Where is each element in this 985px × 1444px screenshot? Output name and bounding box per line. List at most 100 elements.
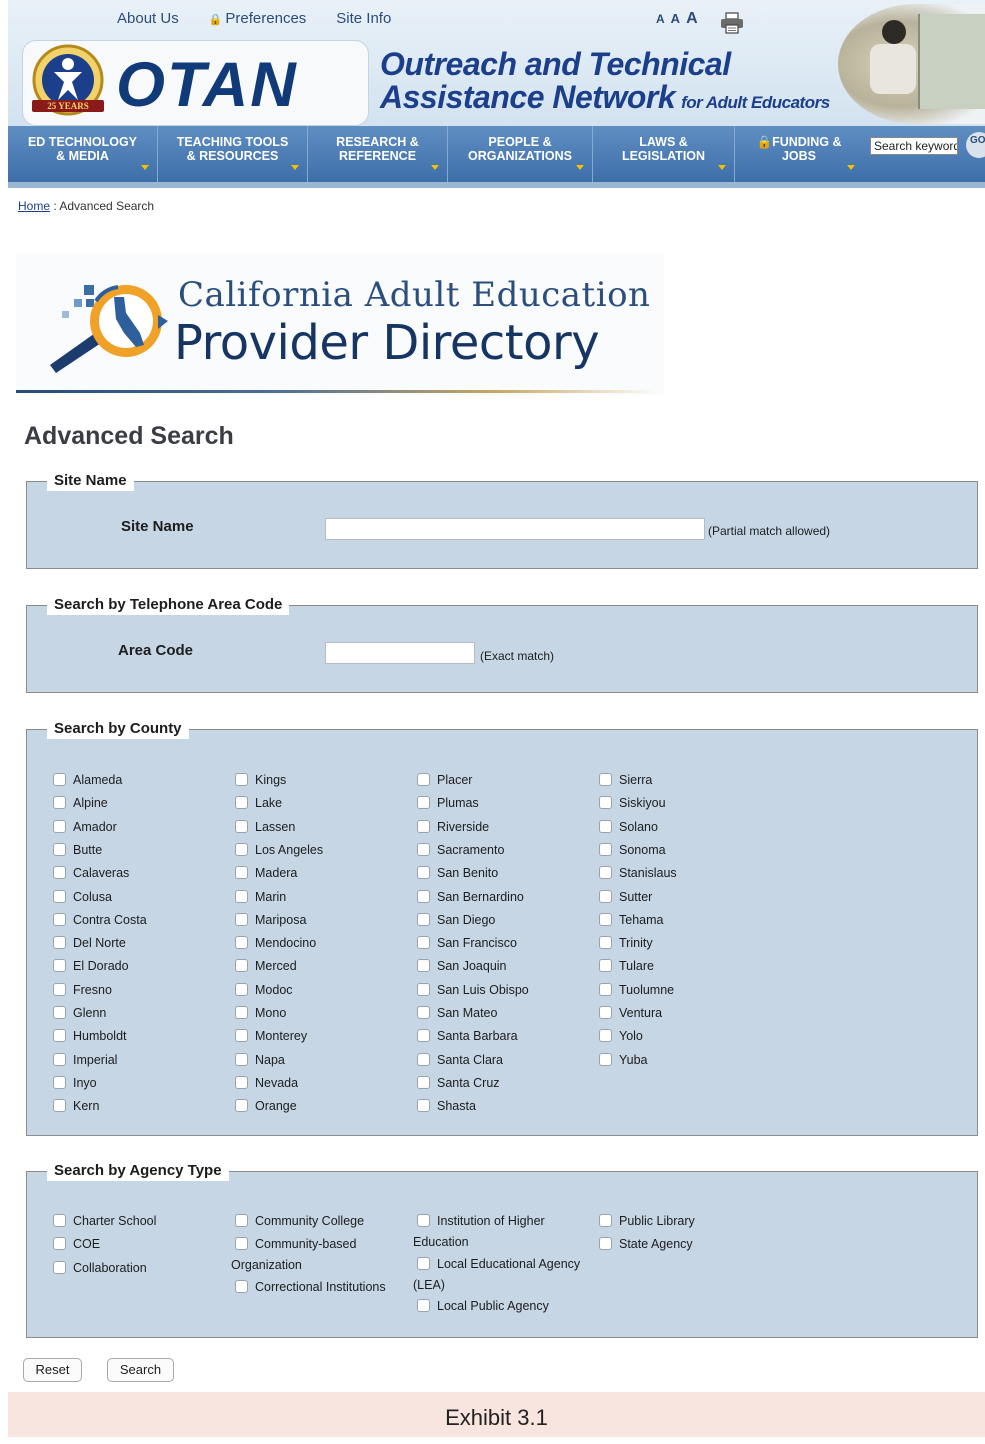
- agency-checkbox-item[interactable]: Local Public Agency: [417, 1298, 549, 1314]
- checkbox[interactable]: [417, 773, 430, 786]
- checkbox[interactable]: [417, 820, 430, 833]
- checkbox[interactable]: [417, 1299, 430, 1312]
- checkbox[interactable]: [53, 773, 66, 786]
- checkbox[interactable]: [53, 983, 66, 996]
- county-checkbox-item[interactable]: Mariposa: [235, 912, 306, 928]
- checkbox[interactable]: [53, 913, 66, 926]
- checkbox[interactable]: [417, 843, 430, 856]
- county-checkbox-item[interactable]: Alpine: [53, 795, 108, 811]
- county-checkbox-item[interactable]: Lassen: [235, 819, 295, 835]
- county-checkbox-item[interactable]: Trinity: [599, 935, 653, 951]
- checkbox[interactable]: [417, 936, 430, 949]
- county-checkbox-item[interactable]: Shasta: [417, 1098, 476, 1114]
- checkbox[interactable]: [599, 1237, 612, 1250]
- checkbox[interactable]: [235, 1006, 248, 1019]
- county-checkbox-item[interactable]: San Mateo: [417, 1005, 497, 1021]
- county-checkbox-item[interactable]: Sierra: [599, 772, 652, 788]
- checkbox[interactable]: [235, 1029, 248, 1042]
- checkbox[interactable]: [53, 1053, 66, 1066]
- checkbox[interactable]: [235, 959, 248, 972]
- checkbox[interactable]: [235, 1099, 248, 1112]
- nav-people[interactable]: PEOPLE & ORGANIZATIONS: [448, 126, 593, 182]
- county-checkbox-item[interactable]: Merced: [235, 958, 297, 974]
- county-checkbox-item[interactable]: Sutter: [599, 889, 652, 905]
- county-checkbox-item[interactable]: San Joaquin: [417, 958, 507, 974]
- checkbox[interactable]: [417, 866, 430, 879]
- otan-logo-text[interactable]: OTAN: [116, 46, 298, 124]
- agency-checkbox-item[interactable]: COE: [53, 1236, 100, 1252]
- county-checkbox-item[interactable]: Monterey: [235, 1028, 307, 1044]
- checkbox[interactable]: [599, 796, 612, 809]
- checkbox[interactable]: [53, 1029, 66, 1042]
- checkbox[interactable]: [235, 1076, 248, 1089]
- agency-checkbox-item[interactable]: Charter School: [53, 1213, 156, 1229]
- county-checkbox-item[interactable]: Humboldt: [53, 1028, 127, 1044]
- checkbox[interactable]: [417, 983, 430, 996]
- checkbox[interactable]: [599, 773, 612, 786]
- search-button[interactable]: Search: [107, 1358, 174, 1382]
- site-name-input[interactable]: [325, 518, 705, 540]
- agency-checkbox-item[interactable]: Local Educational Agency: [417, 1256, 580, 1272]
- county-checkbox-item[interactable]: Santa Barbara: [417, 1028, 518, 1044]
- checkbox[interactable]: [599, 1006, 612, 1019]
- county-checkbox-item[interactable]: Orange: [235, 1098, 297, 1114]
- checkbox[interactable]: [235, 936, 248, 949]
- search-input[interactable]: Search keyword: [870, 137, 958, 155]
- checkbox[interactable]: [417, 1006, 430, 1019]
- printer-icon[interactable]: [720, 12, 744, 34]
- checkbox[interactable]: [53, 1076, 66, 1089]
- checkbox[interactable]: [53, 1261, 66, 1274]
- county-checkbox-item[interactable]: San Diego: [417, 912, 495, 928]
- site-info-link[interactable]: Site Info: [336, 10, 391, 30]
- checkbox[interactable]: [235, 796, 248, 809]
- checkbox[interactable]: [599, 843, 612, 856]
- county-checkbox-item[interactable]: Mono: [235, 1005, 286, 1021]
- county-checkbox-item[interactable]: Santa Cruz: [417, 1075, 500, 1091]
- county-checkbox-item[interactable]: Kings: [235, 772, 286, 788]
- county-checkbox-item[interactable]: Imperial: [53, 1052, 117, 1068]
- checkbox[interactable]: [417, 913, 430, 926]
- county-checkbox-item[interactable]: El Dorado: [53, 958, 129, 974]
- go-button[interactable]: GO: [966, 132, 985, 158]
- county-checkbox-item[interactable]: San Luis Obispo: [417, 982, 529, 998]
- agency-checkbox-item[interactable]: State Agency: [599, 1236, 693, 1252]
- checkbox[interactable]: [599, 936, 612, 949]
- county-checkbox-item[interactable]: Tehama: [599, 912, 663, 928]
- agency-checkbox-item[interactable]: Community College: [235, 1213, 364, 1229]
- county-checkbox-item[interactable]: Sonoma: [599, 842, 666, 858]
- county-checkbox-item[interactable]: San Benito: [417, 865, 498, 881]
- county-checkbox-item[interactable]: Calaveras: [53, 865, 129, 881]
- checkbox[interactable]: [235, 773, 248, 786]
- county-checkbox-item[interactable]: San Bernardino: [417, 889, 524, 905]
- checkbox[interactable]: [235, 820, 248, 833]
- county-checkbox-item[interactable]: Butte: [53, 842, 102, 858]
- county-checkbox-item[interactable]: Mendocino: [235, 935, 316, 951]
- font-size-medium[interactable]: A: [671, 11, 680, 26]
- checkbox[interactable]: [599, 1029, 612, 1042]
- checkbox[interactable]: [599, 913, 612, 926]
- agency-checkbox-item[interactable]: Collaboration: [53, 1260, 147, 1276]
- checkbox[interactable]: [599, 866, 612, 879]
- nav-teaching-tools[interactable]: TEACHING TOOLS & RESOURCES: [158, 126, 308, 182]
- checkbox[interactable]: [417, 890, 430, 903]
- checkbox[interactable]: [417, 1099, 430, 1112]
- checkbox[interactable]: [235, 1214, 248, 1227]
- county-checkbox-item[interactable]: Del Norte: [53, 935, 126, 951]
- about-us-link[interactable]: About Us: [117, 10, 179, 30]
- reset-button[interactable]: Reset: [23, 1358, 82, 1382]
- checkbox[interactable]: [53, 1006, 66, 1019]
- checkbox[interactable]: [53, 959, 66, 972]
- agency-checkbox-item[interactable]: Public Library: [599, 1213, 695, 1229]
- checkbox[interactable]: [53, 1099, 66, 1112]
- nav-laws[interactable]: LAWS & LEGISLATION: [593, 126, 735, 182]
- county-checkbox-item[interactable]: Santa Clara: [417, 1052, 503, 1068]
- checkbox[interactable]: [53, 820, 66, 833]
- checkbox[interactable]: [417, 1053, 430, 1066]
- checkbox[interactable]: [235, 1237, 248, 1250]
- font-size-small[interactable]: A: [656, 12, 665, 26]
- county-checkbox-item[interactable]: Solano: [599, 819, 658, 835]
- checkbox[interactable]: [235, 913, 248, 926]
- county-checkbox-item[interactable]: Inyo: [53, 1075, 97, 1091]
- county-checkbox-item[interactable]: Placer: [417, 772, 472, 788]
- checkbox[interactable]: [235, 890, 248, 903]
